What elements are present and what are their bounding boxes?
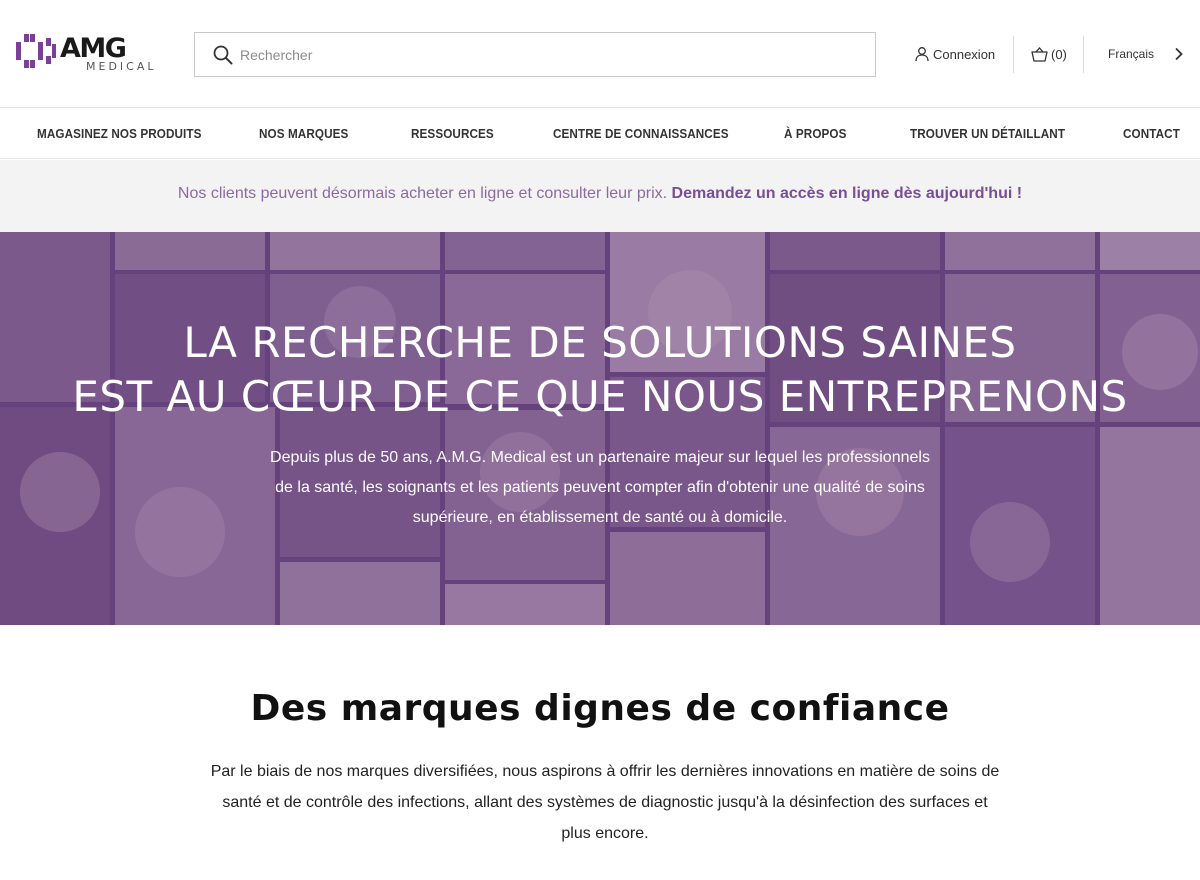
hero-title: LA RECHERCHE DE SOLUTIONS SAINES EST AU … bbox=[0, 316, 1200, 424]
announcement-text: Nos clients peuvent désormais acheter en… bbox=[177, 185, 668, 202]
amg-medical-logo[interactable]: AMG MEDICAL bbox=[16, 30, 166, 74]
nav-item-about[interactable]: À PROPOS bbox=[784, 109, 846, 159]
nav-item-brands[interactable]: NOS MARQUES bbox=[259, 109, 348, 159]
hero-banner: LA RECHERCHE DE SOLUTIONS SAINES EST AU … bbox=[0, 232, 1200, 625]
nav-item-shop[interactable]: MAGASINEZ NOS PRODUITS bbox=[37, 109, 201, 159]
hero-description: Depuis plus de 50 ans, A.M.G. Medical es… bbox=[270, 449, 930, 526]
search-input[interactable] bbox=[240, 34, 840, 75]
language-label[interactable]: Français bbox=[1108, 47, 1154, 61]
online-access-link[interactable]: Demandez un accès en ligne dès aujourd'h… bbox=[672, 185, 1023, 202]
login-label[interactable]: Connexion bbox=[933, 47, 995, 62]
header-divider bbox=[1013, 36, 1014, 73]
nav-item-find-retailer[interactable]: TROUVER UN DÉTAILLANT bbox=[910, 109, 1065, 159]
login-link[interactable]: Connexion bbox=[914, 42, 995, 66]
brands-title: Des marques dignes de confiance bbox=[250, 688, 950, 729]
hero-title-line1: LA RECHERCHE DE SOLUTIONS SAINES bbox=[183, 318, 1017, 367]
hero-overlay bbox=[0, 232, 1200, 625]
cart-link[interactable]: (0) bbox=[1031, 42, 1067, 66]
main-nav: MAGASINEZ NOS PRODUITS NOS MARQUES RESSO… bbox=[0, 109, 1200, 159]
language-selector[interactable]: Français bbox=[1108, 42, 1183, 66]
brands-description: Par le biais de nos marques diversifiées… bbox=[210, 763, 1000, 842]
nav-item-contact[interactable]: CONTACT bbox=[1123, 109, 1180, 159]
nav-item-resources[interactable]: RESSOURCES bbox=[411, 109, 494, 159]
search-bar[interactable] bbox=[194, 32, 876, 77]
hero-title-line2: EST AU CŒUR DE CE QUE NOUS ENTREPRENONS bbox=[72, 372, 1128, 421]
basket-icon bbox=[1031, 46, 1048, 62]
user-icon bbox=[914, 46, 930, 62]
header-divider bbox=[1083, 36, 1084, 73]
site-header: AMG MEDICAL Connexion (0) bbox=[0, 0, 1200, 108]
announcement-bar: Nos clients peuvent désormais acheter en… bbox=[0, 160, 1200, 232]
chevron-right-icon[interactable] bbox=[1174, 47, 1184, 64]
search-icon[interactable] bbox=[212, 44, 234, 66]
cart-count[interactable]: (0) bbox=[1051, 47, 1067, 62]
svg-text:MEDICAL: MEDICAL bbox=[86, 60, 157, 73]
nav-item-knowledge-center[interactable]: CENTRE DE CONNAISSANCES bbox=[553, 109, 729, 159]
